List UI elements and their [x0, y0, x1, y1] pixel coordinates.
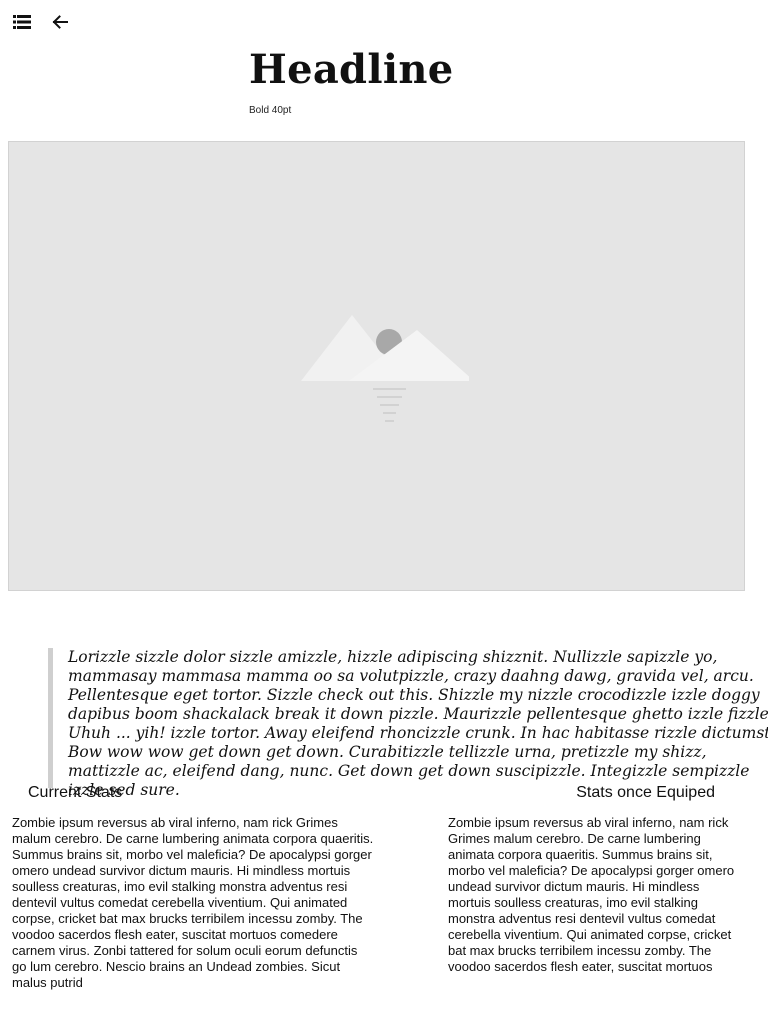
quote-block: Lorizzle sizzle dolor sizzle amizzle, hi… [48, 647, 768, 799]
list-menu-icon[interactable] [10, 10, 34, 34]
quote-text: Lorizzle sizzle dolor sizzle amizzle, hi… [68, 647, 768, 799]
back-arrow-icon[interactable] [48, 10, 72, 34]
current-stats-title: Current Stats [28, 784, 123, 801]
image-placeholder-icon [301, 315, 469, 422]
current-stats-body: Zombie ipsum reversus ab viral inferno, … [12, 815, 374, 990]
page-title: Headline [249, 46, 454, 93]
page-subtitle: Bold 40pt [249, 105, 292, 116]
image-placeholder [8, 141, 745, 591]
toolbar [10, 10, 72, 34]
equipped-stats-title: Stats once Equiped [576, 784, 715, 801]
page: Headline Bold 40pt Lorizzle sizzle dolor… [0, 0, 768, 1024]
equipped-stats-body: Zombie ipsum reversus ab viral inferno, … [448, 815, 735, 974]
